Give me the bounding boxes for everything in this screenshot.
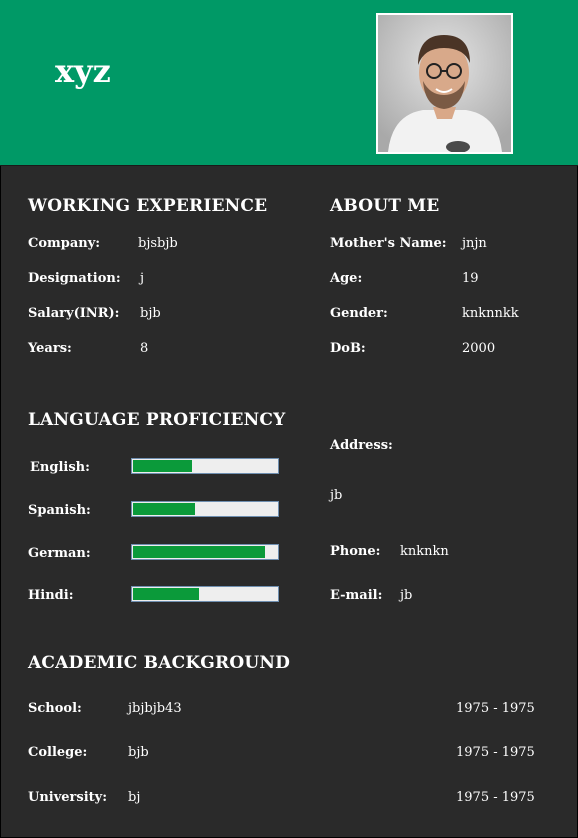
gender-value: knknnkk: [462, 306, 519, 321]
university-value: bj: [128, 790, 141, 805]
english-progress-bar: [131, 458, 279, 474]
school-label: School:: [28, 701, 82, 716]
spanish-progress-bar: [131, 501, 279, 517]
company-value: bjsbjb: [138, 236, 178, 251]
dob-label: DoB:: [330, 341, 366, 356]
school-years: 1975 - 1975: [456, 701, 535, 716]
about-me-heading: ABOUT ME: [330, 196, 440, 216]
candidate-name: xyz: [55, 52, 111, 90]
phone-label: Phone:: [330, 544, 381, 559]
profile-photo: [376, 13, 513, 154]
university-label: University:: [28, 790, 108, 805]
mother-name-value: jnjn: [462, 236, 487, 251]
mother-name-label: Mother's Name:: [330, 236, 447, 251]
college-value: bjb: [128, 745, 149, 760]
hindi-progress-fill: [133, 588, 200, 600]
german-label: German:: [28, 546, 91, 561]
email-label: E-mail:: [330, 588, 383, 603]
years-label: Years:: [28, 341, 72, 356]
years-value: 8: [140, 341, 149, 356]
university-years: 1975 - 1975: [456, 790, 535, 805]
english-progress-fill: [133, 460, 193, 472]
spanish-label: Spanish:: [28, 503, 91, 518]
spanish-progress-fill: [133, 503, 195, 515]
company-label: Company:: [28, 236, 101, 251]
address-value: jb: [330, 488, 343, 503]
academic-background-heading: ACADEMIC BACKGROUND: [28, 653, 291, 673]
school-value: jbjbjb43: [128, 701, 182, 716]
hindi-progress-bar: [131, 586, 279, 602]
age-label: Age:: [330, 271, 363, 286]
designation-label: Designation:: [28, 271, 121, 286]
designation-value: j: [140, 271, 145, 286]
language-proficiency-heading: LANGUAGE PROFICIENCY: [28, 410, 286, 430]
salary-label: Salary(INR):: [28, 306, 120, 321]
email-value: jb: [400, 588, 413, 603]
german-progress-bar: [131, 544, 279, 560]
college-years: 1975 - 1975: [456, 745, 535, 760]
address-label: Address:: [330, 438, 393, 453]
college-label: College:: [28, 745, 88, 760]
hindi-label: Hindi:: [28, 588, 74, 603]
english-label: English:: [30, 460, 90, 475]
resume-header: xyz: [0, 0, 578, 166]
working-experience-heading: WORKING EXPERIENCE: [28, 196, 268, 216]
age-value: 19: [462, 271, 479, 286]
salary-value: bjb: [140, 306, 161, 321]
phone-value: knknkn: [400, 544, 449, 559]
german-progress-fill: [133, 546, 266, 558]
dob-value: 2000: [462, 341, 496, 356]
gender-label: Gender:: [330, 306, 388, 321]
